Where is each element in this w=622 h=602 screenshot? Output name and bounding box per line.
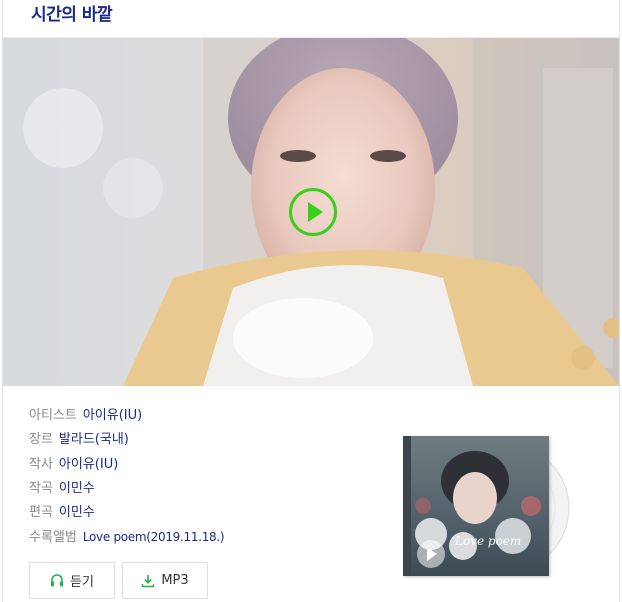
- info-row-arranger: 편곡 이민수: [29, 504, 95, 522]
- title-bar: 시간의 바깥: [3, 0, 619, 38]
- arranger-value[interactable]: 이민수: [59, 504, 95, 522]
- album-value[interactable]: Love poem(2019.11.18.): [83, 528, 225, 546]
- song-info: 아티스트 아이유(IU) 장르 발라드(국내) 작사 아이유(IU) 작곡 이민수 편곡…: [3, 386, 619, 602]
- genre-value[interactable]: 발라드(국내): [59, 431, 129, 449]
- artist-label: 아티스트: [29, 408, 77, 423]
- mp3-button-label: MP3: [161, 573, 189, 588]
- album-label: 수록앨범: [29, 530, 77, 545]
- composer-value[interactable]: 이민수: [59, 480, 95, 498]
- info-row-album: 수록앨범 Love poem(2019.11.18.): [29, 528, 225, 546]
- album-cover[interactable]: Love poem: [403, 436, 549, 576]
- listen-button-label: 듣기: [70, 575, 94, 590]
- info-row-lyricist: 작사 아이유(IU): [29, 456, 118, 474]
- song-title[interactable]: 시간의 바깥: [31, 0, 113, 25]
- arranger-label: 편곡: [29, 505, 53, 520]
- album-cover-text: Love poem: [455, 534, 522, 548]
- headphones-icon: [50, 573, 64, 588]
- play-icon: [308, 202, 323, 222]
- video-player[interactable]: [3, 38, 619, 386]
- info-row-composer: 작곡 이민수: [29, 480, 95, 498]
- play-icon: [427, 547, 437, 561]
- info-row-genre: 장르 발라드(국내): [29, 431, 129, 449]
- genre-label: 장르: [29, 432, 53, 447]
- mp3-button[interactable]: MP3: [122, 562, 208, 599]
- song-card: 시간의 바깥 아티스트 아이유(IU) 장르 발라드(국내) 작사 아이유(IU…: [2, 0, 620, 602]
- listen-button[interactable]: 듣기: [29, 562, 115, 599]
- artist-value[interactable]: 아이유(IU): [83, 407, 142, 425]
- album-art[interactable]: Love poem: [403, 436, 583, 580]
- download-icon: [141, 574, 155, 588]
- video-play-button[interactable]: [289, 188, 337, 236]
- composer-label: 작곡: [29, 481, 53, 496]
- info-row-artist: 아티스트 아이유(IU): [29, 407, 142, 425]
- lyricist-value[interactable]: 아이유(IU): [59, 456, 118, 474]
- lyricist-label: 작사: [29, 457, 53, 472]
- album-play-button[interactable]: [417, 540, 445, 568]
